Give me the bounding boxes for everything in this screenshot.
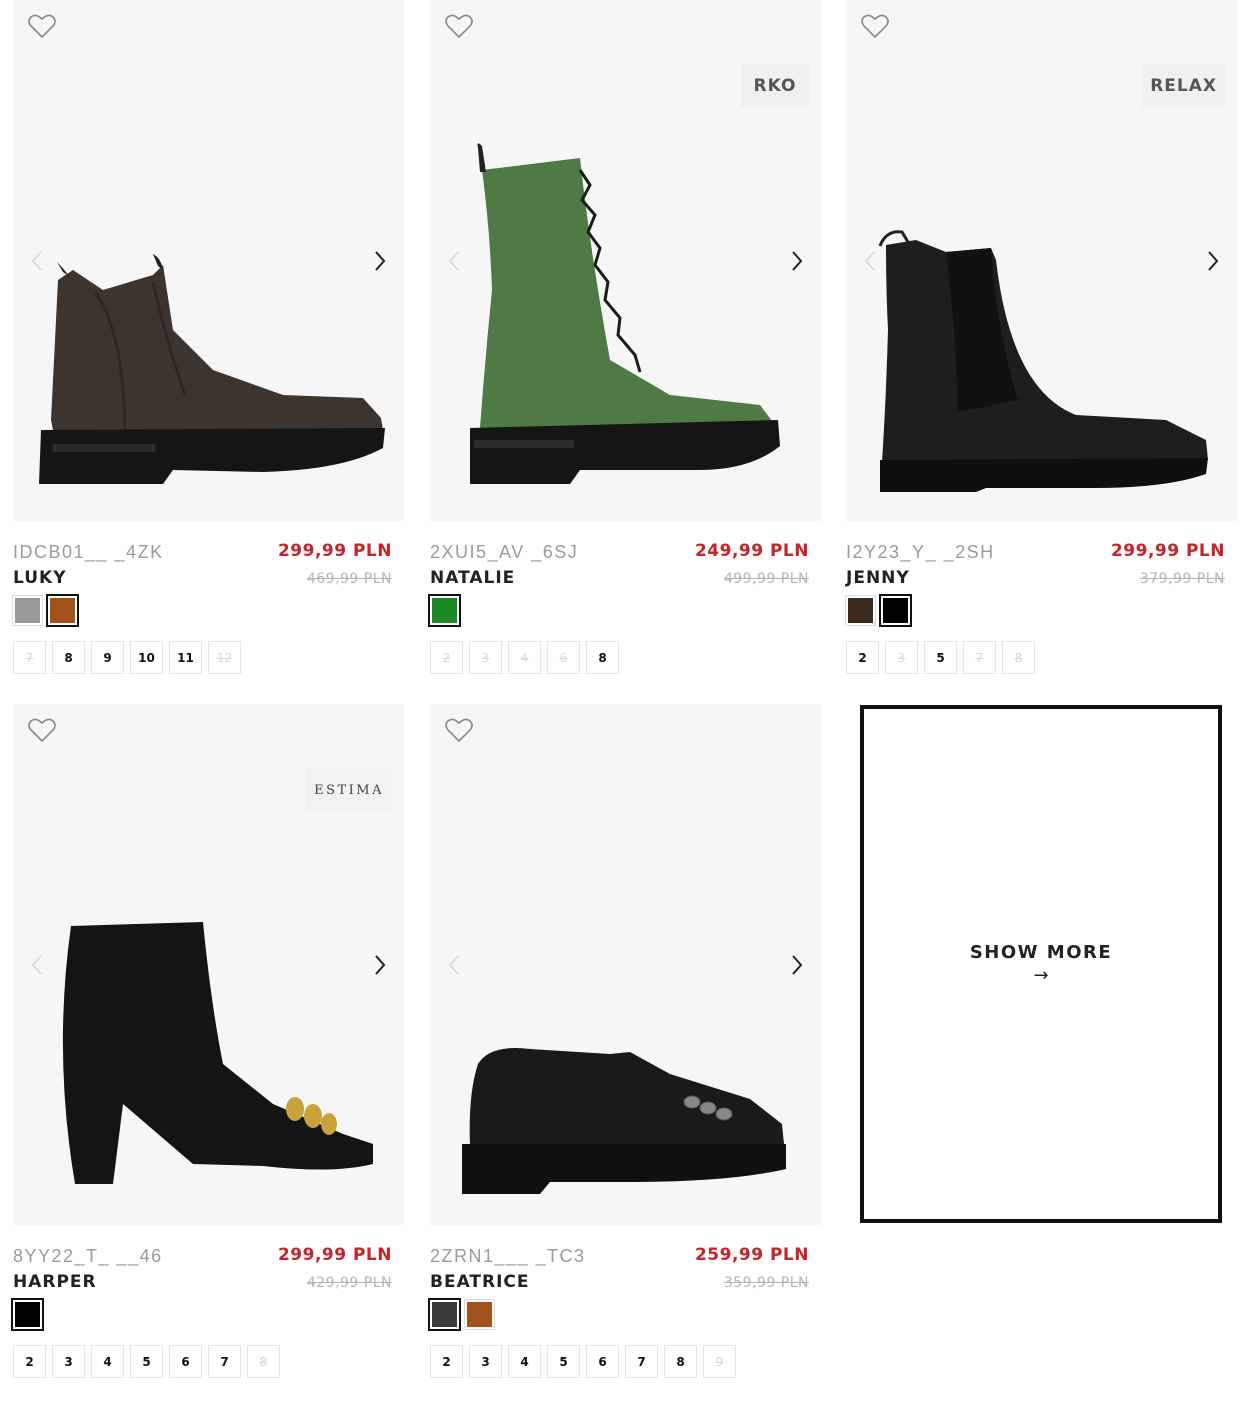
chevron-right-icon[interactable] bbox=[368, 950, 392, 980]
product-name[interactable]: LUKY bbox=[13, 568, 67, 588]
size-option: 4 bbox=[508, 641, 541, 674]
size-option[interactable]: 2 bbox=[846, 641, 879, 674]
product-name[interactable]: HARPER bbox=[13, 1272, 97, 1292]
color-swatch[interactable] bbox=[12, 595, 43, 626]
size-options: 7 8 9 10 11 12 bbox=[13, 641, 241, 674]
product-code: 2XUI5_AV _6SJ bbox=[430, 542, 579, 562]
sale-price: 299,99 PLN bbox=[277, 1245, 392, 1265]
sale-price: 249,99 PLN bbox=[694, 541, 809, 561]
original-price: 379,99 PLN bbox=[1139, 571, 1225, 587]
chevron-right-icon[interactable] bbox=[785, 950, 809, 980]
size-option[interactable]: 6 bbox=[586, 1345, 619, 1378]
chevron-left-icon[interactable] bbox=[25, 950, 49, 980]
product-image[interactable] bbox=[13, 0, 404, 521]
color-swatch[interactable] bbox=[879, 594, 912, 627]
color-swatch[interactable] bbox=[428, 1298, 461, 1331]
size-option[interactable]: 2 bbox=[430, 1345, 463, 1378]
size-option: 6 bbox=[547, 641, 580, 674]
product-name[interactable]: JENNY bbox=[846, 568, 910, 588]
product-image[interactable]: RELAX bbox=[846, 0, 1237, 521]
size-options: 23468 bbox=[430, 641, 619, 674]
chevron-left-icon[interactable] bbox=[25, 246, 49, 276]
brand-badge: RELAX bbox=[1142, 64, 1225, 108]
color-swatch[interactable] bbox=[464, 1299, 495, 1330]
heart-icon[interactable] bbox=[444, 12, 474, 40]
original-price: 429,99 PLN bbox=[306, 1275, 392, 1291]
sale-price: 259,99 PLN bbox=[694, 1245, 809, 1265]
size-option: 7 bbox=[13, 641, 46, 674]
product-name[interactable]: NATALIE bbox=[430, 568, 515, 588]
product-image[interactable]: ESTIMA bbox=[13, 704, 404, 1225]
product-image[interactable]: RKO bbox=[430, 0, 821, 521]
heart-icon[interactable] bbox=[27, 12, 57, 40]
product-code: 2ZRN1___ _TC3 bbox=[430, 1246, 586, 1266]
size-option[interactable]: 8 bbox=[664, 1345, 697, 1378]
chevron-right-icon[interactable] bbox=[368, 246, 392, 276]
original-price: 499,99 PLN bbox=[723, 571, 809, 587]
color-swatch[interactable] bbox=[11, 1298, 44, 1331]
heart-icon[interactable] bbox=[860, 12, 890, 40]
chevron-right-icon[interactable] bbox=[785, 246, 809, 276]
size-option[interactable]: 8 bbox=[586, 641, 619, 674]
size-options: 2345678 bbox=[13, 1345, 280, 1378]
size-option: 3 bbox=[885, 641, 918, 674]
size-option: 3 bbox=[469, 641, 502, 674]
size-option: 9 bbox=[703, 1345, 736, 1378]
size-option: 7 bbox=[963, 641, 996, 674]
heart-icon[interactable] bbox=[27, 716, 57, 744]
sale-price: 299,99 PLN bbox=[1110, 541, 1225, 561]
size-option[interactable]: 2 bbox=[13, 1345, 46, 1378]
size-option[interactable]: 3 bbox=[469, 1345, 502, 1378]
color-swatches bbox=[11, 1298, 44, 1331]
size-option[interactable]: 10 bbox=[130, 641, 163, 674]
chevron-left-icon[interactable] bbox=[858, 246, 882, 276]
show-more-button[interactable]: SHOW MORE → bbox=[860, 705, 1222, 1223]
size-option[interactable]: 3 bbox=[52, 1345, 85, 1378]
chevron-left-icon[interactable] bbox=[442, 246, 466, 276]
product-name[interactable]: BEATRICE bbox=[430, 1272, 530, 1292]
size-option: 8 bbox=[1002, 641, 1035, 674]
size-options: 23456789 bbox=[430, 1345, 736, 1378]
size-option[interactable]: 9 bbox=[91, 641, 124, 674]
size-option[interactable]: 4 bbox=[91, 1345, 124, 1378]
size-option[interactable]: 6 bbox=[169, 1345, 202, 1378]
product-photo bbox=[39, 254, 385, 484]
color-swatches bbox=[12, 594, 79, 627]
size-option[interactable]: 5 bbox=[924, 641, 957, 674]
chevron-left-icon[interactable] bbox=[442, 950, 466, 980]
size-option[interactable]: 5 bbox=[130, 1345, 163, 1378]
color-swatches bbox=[428, 1298, 495, 1331]
color-swatch[interactable] bbox=[845, 595, 876, 626]
product-code: 8YY22_T_ __46 bbox=[13, 1246, 163, 1266]
product-code: IDCB01__ _4ZK bbox=[13, 542, 164, 562]
product-photo bbox=[462, 1048, 786, 1194]
color-swatch[interactable] bbox=[46, 594, 79, 627]
sale-price: 299,99 PLN bbox=[277, 541, 392, 561]
product-code: I2Y23_Y_ _2SH bbox=[846, 542, 995, 562]
size-option[interactable]: 7 bbox=[208, 1345, 241, 1378]
show-more-label: SHOW MORE bbox=[969, 942, 1113, 963]
brand-badge: RKO bbox=[741, 64, 809, 108]
size-options: 23578 bbox=[846, 641, 1035, 674]
size-option[interactable]: 7 bbox=[625, 1345, 658, 1378]
color-swatches bbox=[845, 594, 912, 627]
size-option[interactable]: 11 bbox=[169, 641, 202, 674]
size-option[interactable]: 4 bbox=[508, 1345, 541, 1378]
size-option: 8 bbox=[247, 1345, 280, 1378]
brand-badge: ESTIMA bbox=[306, 768, 392, 812]
chevron-right-icon[interactable] bbox=[1201, 246, 1225, 276]
color-swatch[interactable] bbox=[428, 594, 461, 627]
original-price: 359,99 PLN bbox=[723, 1275, 809, 1291]
color-swatches bbox=[428, 594, 461, 627]
heart-icon[interactable] bbox=[444, 716, 474, 744]
size-option: 12 bbox=[208, 641, 241, 674]
size-option[interactable]: 8 bbox=[52, 641, 85, 674]
arrow-right-icon: → bbox=[1033, 965, 1049, 986]
product-image[interactable] bbox=[430, 704, 821, 1225]
size-option: 2 bbox=[430, 641, 463, 674]
original-price: 469,99 PLN bbox=[306, 571, 392, 587]
size-option[interactable]: 5 bbox=[547, 1345, 580, 1378]
